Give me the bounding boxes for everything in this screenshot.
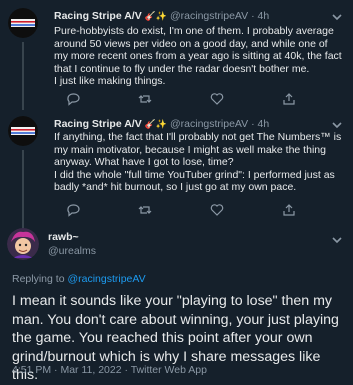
like-icon[interactable]: [210, 92, 224, 106]
sparkle-icon: ✨: [155, 11, 168, 21]
thread-line: [22, 42, 24, 110]
guitar-icon: 🎸: [144, 11, 156, 21]
caret-down-icon[interactable]: [330, 10, 344, 24]
tweet-text: If anything, the fact that I'll probably…: [54, 131, 342, 194]
tweet-source[interactable]: Twitter Web App: [131, 364, 207, 376]
tweet-actions: [54, 203, 344, 217]
replying-to-link[interactable]: @racingstripeAV: [67, 273, 145, 285]
reply-icon[interactable]: [66, 92, 80, 106]
tweet-footer: 4:51 PM · Mar 11, 2022 · Twitter Web App: [12, 364, 207, 376]
share-icon[interactable]: [282, 203, 296, 217]
replying-label: Replying to: [12, 273, 68, 285]
display-name[interactable]: Racing Stripe A/V: [54, 10, 142, 22]
sparkle-icon: ✨: [155, 119, 168, 129]
retweet-icon[interactable]: [138, 203, 152, 217]
author: rawb~: [48, 230, 79, 244]
like-icon[interactable]: [210, 203, 224, 217]
tweet-text: Pure-hobbyists do exist, I'm one of them…: [54, 25, 342, 88]
tweet-date[interactable]: Mar 11, 2022: [60, 364, 121, 376]
separator: ·: [54, 364, 58, 376]
caret-down-icon[interactable]: [330, 118, 344, 132]
display-name[interactable]: Racing Stripe A/V: [54, 118, 142, 130]
timestamp[interactable]: 4h: [258, 118, 270, 130]
thread-tweet-2[interactable]: Racing Stripe A/V 🎸✨ @racingstripeAV · 4…: [0, 110, 353, 228]
retweet-icon[interactable]: [138, 92, 152, 106]
reply-icon[interactable]: [66, 203, 80, 217]
thread-line: [22, 150, 24, 228]
separator: ·: [251, 10, 255, 22]
guitar-icon: 🎸: [144, 119, 156, 129]
handle[interactable]: @racingstripeAV: [170, 118, 248, 130]
thread-tweet-1[interactable]: Racing Stripe A/V 🎸✨ @racingstripeAV · 4…: [0, 0, 353, 110]
replying-to: Replying to @racingstripeAV: [12, 273, 146, 285]
caret-down-icon[interactable]: [330, 233, 344, 247]
handle[interactable]: @urealms: [48, 245, 96, 257]
avatar[interactable]: [8, 116, 38, 146]
separator: ·: [251, 118, 255, 130]
tweet-actions: [54, 92, 344, 106]
author-handle: @urealms: [48, 244, 96, 258]
display-name[interactable]: rawb~: [48, 231, 79, 243]
avatar[interactable]: [8, 8, 38, 38]
tweet-header: Racing Stripe A/V 🎸✨ @racingstripeAV · 4…: [54, 117, 269, 131]
tweet-time[interactable]: 4:51 PM: [12, 364, 51, 376]
timestamp[interactable]: 4h: [258, 10, 270, 22]
avatar[interactable]: [7, 228, 39, 260]
separator: ·: [124, 364, 128, 376]
share-icon[interactable]: [282, 92, 296, 106]
handle[interactable]: @racingstripeAV: [170, 10, 248, 22]
main-tweet: rawb~ @urealms Replying to @racingstripe…: [0, 218, 353, 384]
tweet-header: Racing Stripe A/V 🎸✨ @racingstripeAV · 4…: [54, 9, 269, 23]
